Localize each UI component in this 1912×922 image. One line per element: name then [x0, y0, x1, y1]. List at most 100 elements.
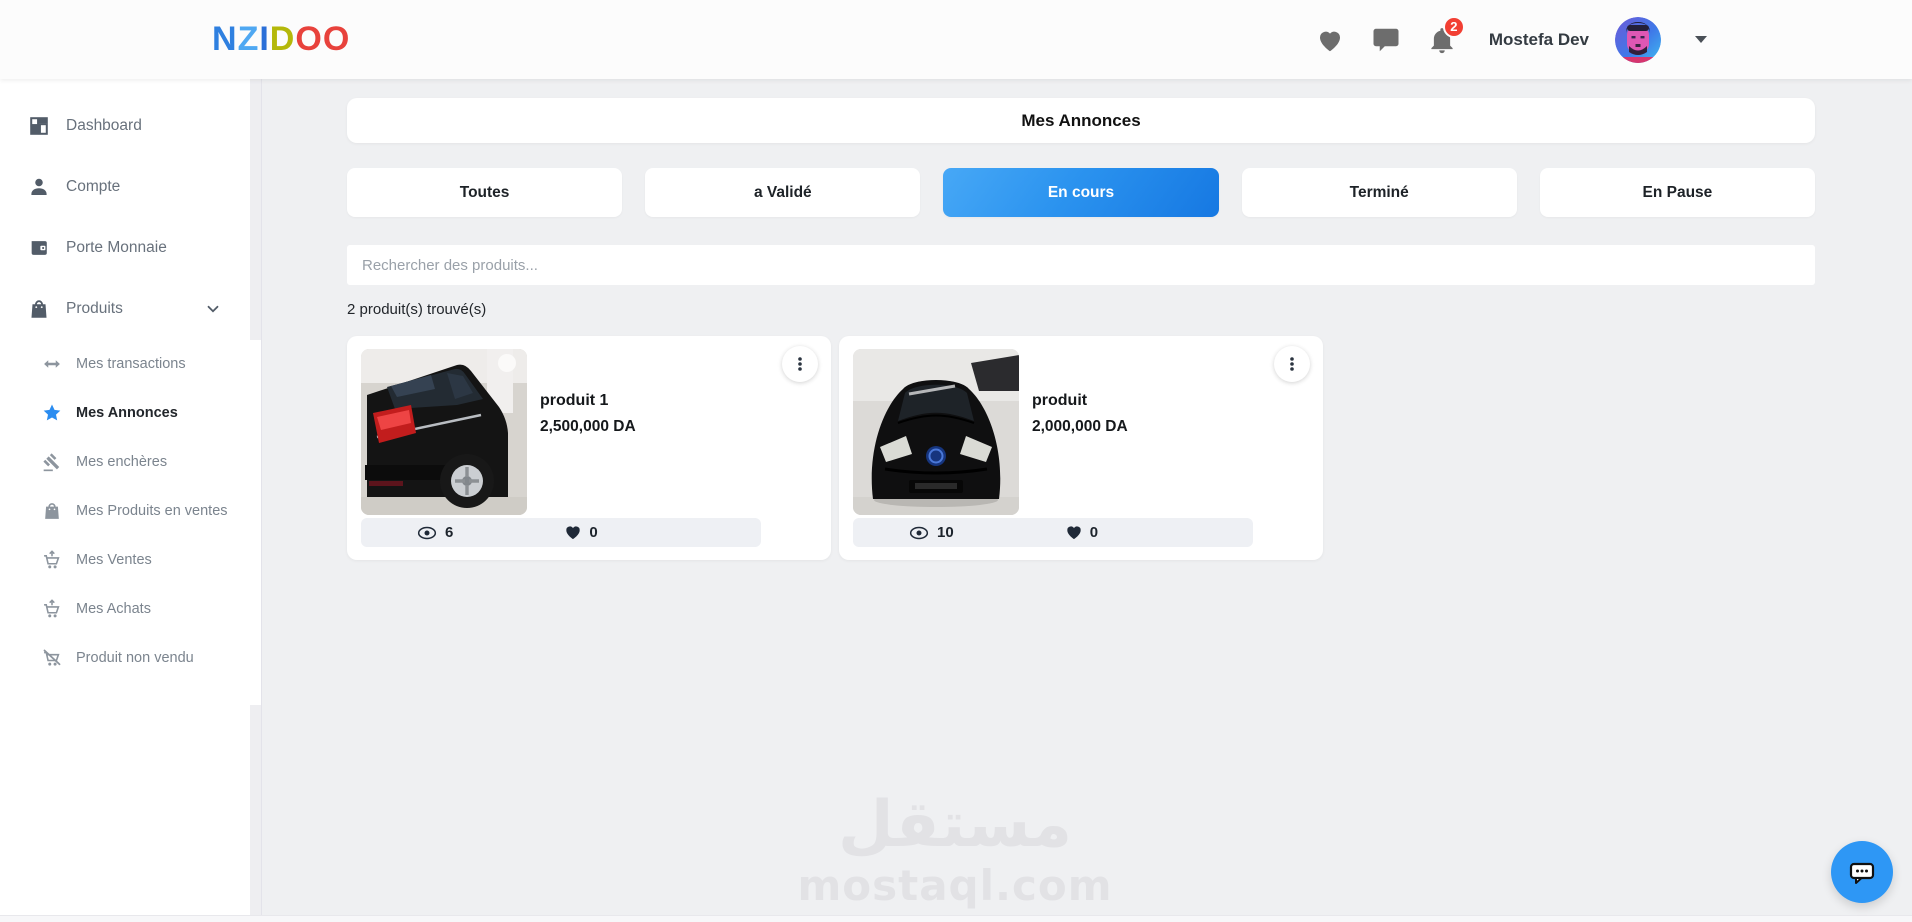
- product-menu-button[interactable]: [1274, 346, 1310, 382]
- chat-bubble-icon: [1849, 862, 1875, 884]
- kebab-icon: [1290, 357, 1294, 371]
- shopping-bag-icon: [31, 299, 47, 318]
- sidebar-item-mes-produits-en-ventes[interactable]: Mes Produits en ventes: [0, 486, 250, 535]
- sidebar-scrollbar-track: [250, 79, 262, 915]
- heart-icon: [566, 526, 581, 540]
- bag-icon: [45, 502, 59, 519]
- product-price: 2,500,000 DA: [540, 418, 636, 435]
- product-name: produit: [1032, 392, 1088, 409]
- sidebar-item-label: Mes transactions: [76, 355, 186, 372]
- logo-letter: D: [269, 20, 296, 58]
- avatar[interactable]: [1615, 16, 1661, 63]
- sidebar-item-label: Mes enchères: [76, 453, 168, 470]
- sidebar-item-label: Mes Ventes: [76, 551, 152, 568]
- sidebar-item-produits[interactable]: Produits: [0, 278, 250, 339]
- sidebar-item-mes-transactions[interactable]: Mes transactions: [0, 339, 250, 388]
- messages-button[interactable]: [1371, 25, 1401, 55]
- favorites-button[interactable]: [1315, 25, 1345, 55]
- heart-icon: [1066, 526, 1081, 540]
- sidebar-item-mes-encheres[interactable]: Mes enchères: [0, 437, 250, 486]
- sidebar-item-label: Produits: [66, 299, 123, 317]
- tab-en-pause[interactable]: En Pause: [1539, 168, 1816, 217]
- suv-photo: [361, 349, 527, 515]
- gavel-icon: [43, 452, 60, 471]
- product-stats-bar: 10 0: [853, 518, 1253, 547]
- person-icon: [31, 178, 47, 195]
- top-header: NZIDOO 2 Mostefa Dev: [0, 0, 1912, 79]
- product-image: [853, 349, 1019, 515]
- avatar-image: [1615, 16, 1661, 63]
- sidebar-item-label: Dashboard: [66, 116, 142, 134]
- likes-stat: 0: [565, 524, 598, 541]
- results-count: 2 produit(s) trouvé(s): [347, 301, 487, 318]
- tab-termine[interactable]: Terminé: [1241, 168, 1517, 217]
- tab-a-valide[interactable]: a Validé: [645, 168, 921, 217]
- chat-icon: [1373, 28, 1399, 51]
- product-card[interactable]: produit 1 2,500,000 DA 6 0: [347, 336, 831, 560]
- nzidoo-logo[interactable]: NZIDOO: [212, 20, 350, 59]
- logo-letter: I: [259, 20, 270, 58]
- sidebar-item-label: Compte: [66, 177, 121, 195]
- tab-en-cours[interactable]: En cours: [943, 168, 1219, 217]
- views-stat: 6: [417, 524, 453, 541]
- sidebar: Dashboard Compte Porte Monnaie Produits …: [0, 79, 250, 915]
- sidebar-item-label: Mes Achats: [76, 600, 151, 617]
- logo-letter: O: [322, 20, 351, 58]
- cart-up-icon: [44, 549, 60, 568]
- heart-icon: [1319, 31, 1340, 51]
- product-menu-button[interactable]: [782, 346, 818, 382]
- horizontal-scrollbar[interactable]: [0, 915, 1912, 922]
- sidebar-item-mes-annonces[interactable]: Mes Annonces: [0, 388, 250, 437]
- views-count: 6: [445, 524, 454, 541]
- search-input[interactable]: [347, 245, 1815, 285]
- tab-toutes[interactable]: Toutes: [347, 168, 623, 217]
- sidebar-item-label: Mes Produits en ventes: [76, 502, 228, 519]
- notification-badge: 2: [1442, 15, 1465, 38]
- notifications-button[interactable]: 2: [1427, 15, 1465, 55]
- sidebar-item-compte[interactable]: Compte: [0, 156, 250, 217]
- page-title: Mes Annonces: [1021, 110, 1141, 130]
- wallet-icon: [31, 240, 47, 255]
- chat-fab-button[interactable]: [1831, 841, 1893, 903]
- sidebar-item-label: Mes Annonces: [76, 404, 178, 421]
- product-name: produit 1: [540, 392, 609, 409]
- likes-count: 0: [1089, 524, 1099, 541]
- sidebar-item-dashboard[interactable]: Dashboard: [0, 95, 250, 156]
- sidebar-item-porte-monnaie[interactable]: Porte Monnaie: [0, 217, 250, 278]
- views-count: 10: [937, 524, 954, 541]
- chevron-down-icon: [207, 305, 219, 313]
- sidebar-item-mes-ventes[interactable]: Mes Ventes: [0, 535, 250, 584]
- logo-letter: O: [295, 20, 323, 58]
- likes-stat: 0: [1066, 524, 1098, 541]
- product-info: produit 2,000,000 DA: [1032, 392, 1128, 436]
- sidebar-scrollbar-thumb[interactable]: [250, 340, 261, 705]
- sidebar-item-label: Produit non vendu: [76, 649, 194, 666]
- cart-slash-icon: [43, 649, 61, 666]
- product-card[interactable]: produit 2,000,000 DA 10 0: [839, 336, 1323, 560]
- sidebar-item-produit-non-vendu[interactable]: Produit non vendu: [0, 633, 250, 682]
- sidebar-item-mes-achats[interactable]: Mes Achats: [0, 584, 250, 633]
- dashboard-icon: [30, 116, 48, 135]
- product-info: produit 1 2,500,000 DA: [540, 392, 636, 436]
- product-grid: produit 1 2,500,000 DA 6 0 produit 2,000…: [347, 336, 1815, 560]
- views-stat: 10: [909, 524, 954, 541]
- cart-up-icon: [44, 598, 60, 617]
- status-tabs: Toutes a Validé En cours Terminé En Paus…: [347, 168, 1816, 217]
- product-stats-bar: 6 0: [361, 518, 761, 547]
- user-name[interactable]: Mostefa Dev: [1489, 30, 1589, 50]
- eye-icon: [417, 526, 437, 539]
- kebab-icon: [798, 357, 802, 371]
- chevron-down-icon[interactable]: [1695, 36, 1707, 43]
- car-photo: [853, 349, 1019, 515]
- page-title-card: Mes Annonces: [347, 98, 1815, 143]
- logo-letter: N: [212, 20, 238, 58]
- likes-count: 0: [589, 524, 598, 541]
- eye-icon: [909, 526, 929, 539]
- swap-arrows-icon: [44, 359, 60, 368]
- logo-letter: Z: [237, 20, 260, 58]
- product-image: [361, 349, 527, 515]
- product-price: 2,000,000 DA: [1032, 418, 1128, 435]
- sidebar-item-label: Porte Monnaie: [66, 238, 167, 256]
- main-content: Mes Annonces Toutes a Validé En cours Te…: [262, 79, 1912, 915]
- star-icon: [43, 404, 61, 420]
